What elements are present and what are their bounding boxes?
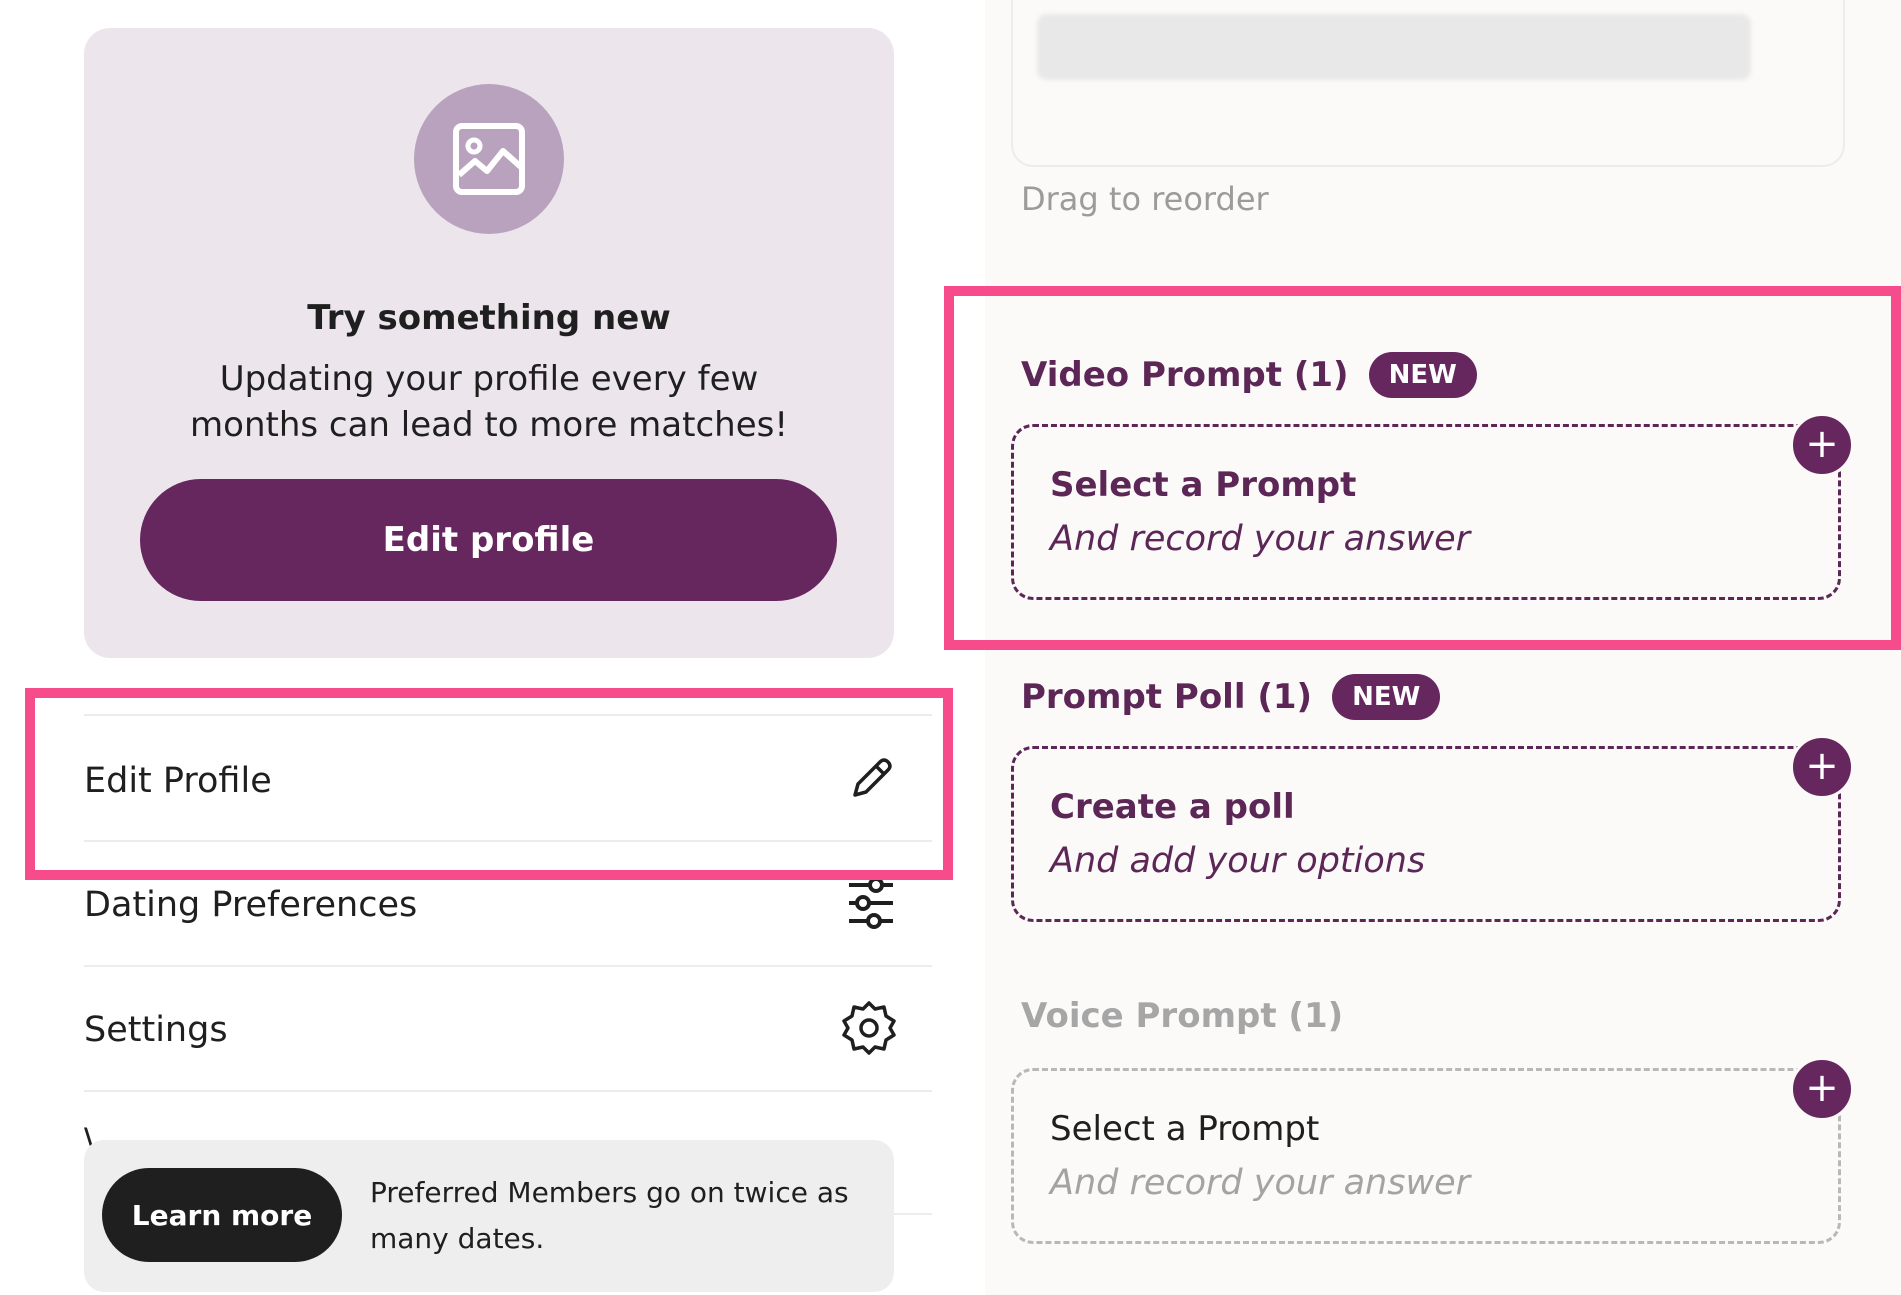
add-poll-button[interactable]: + — [1790, 735, 1854, 799]
photo-icon-circle — [414, 84, 564, 234]
divider — [84, 965, 932, 967]
section-title: Prompt Poll (1) — [1021, 677, 1313, 717]
gear-icon — [840, 999, 898, 1061]
menu-item-label: Dating Preferences — [84, 885, 418, 925]
menu-item-edit-profile[interactable]: Edit Profile — [84, 726, 932, 836]
learn-more-button[interactable]: Learn more — [102, 1168, 342, 1262]
divider — [84, 1090, 932, 1092]
prompt-poll-card[interactable]: Create a poll And add your options — [1011, 746, 1841, 922]
add-voice-prompt-button[interactable]: + — [1790, 1057, 1854, 1121]
drag-to-reorder-hint: Drag to reorder — [1021, 180, 1269, 218]
video-prompt-card[interactable]: Select a Prompt And record your answer — [1011, 424, 1841, 600]
pencil-icon — [846, 754, 896, 808]
divider — [84, 714, 932, 716]
redacted-content — [1037, 14, 1751, 80]
edit-profile-button[interactable]: Edit profile — [140, 479, 837, 601]
prompt-title: Create a poll — [1050, 787, 1295, 827]
add-video-prompt-button[interactable]: + — [1790, 413, 1854, 477]
media-slot[interactable] — [1011, 0, 1845, 167]
section-title: Voice Prompt (1) — [1021, 996, 1344, 1036]
prompt-title: Select a Prompt — [1050, 1109, 1320, 1149]
voice-prompt-card[interactable]: Select a Prompt And record your answer — [1011, 1068, 1841, 1244]
promo-body: Updating your profile every few months c… — [190, 359, 788, 445]
prompt-title: Select a Prompt — [1050, 465, 1357, 505]
prompt-poll-header: Prompt Poll (1) NEW — [1021, 674, 1441, 720]
section-title: Video Prompt (1) — [1021, 355, 1349, 395]
prompt-subtitle: And add your options — [1050, 841, 1426, 881]
promo-title: Try something new — [307, 298, 671, 338]
preferred-members-toast: Learn more Preferred Members go on twice… — [84, 1140, 894, 1292]
voice-prompt-header: Voice Prompt (1) — [1021, 996, 1343, 1036]
menu-item-label: Edit Profile — [84, 761, 272, 801]
menu-item-label: Settings — [84, 1010, 228, 1050]
sliders-icon — [846, 875, 896, 935]
menu-item-dating-preferences[interactable]: Dating Preferences — [84, 850, 932, 960]
video-prompt-header: Video Prompt (1) NEW — [1021, 352, 1477, 398]
new-badge: NEW — [1332, 674, 1441, 720]
prompt-subtitle: And record your answer — [1050, 519, 1471, 559]
promo-card: Try something new Updating your profile … — [84, 28, 894, 658]
photo-icon — [453, 123, 525, 195]
menu-item-settings[interactable]: Settings — [84, 975, 932, 1085]
prompt-subtitle: And record your answer — [1050, 1163, 1471, 1203]
new-badge: NEW — [1368, 352, 1477, 398]
divider — [84, 840, 932, 842]
toast-message: Preferred Members go on twice as many da… — [370, 1176, 849, 1255]
